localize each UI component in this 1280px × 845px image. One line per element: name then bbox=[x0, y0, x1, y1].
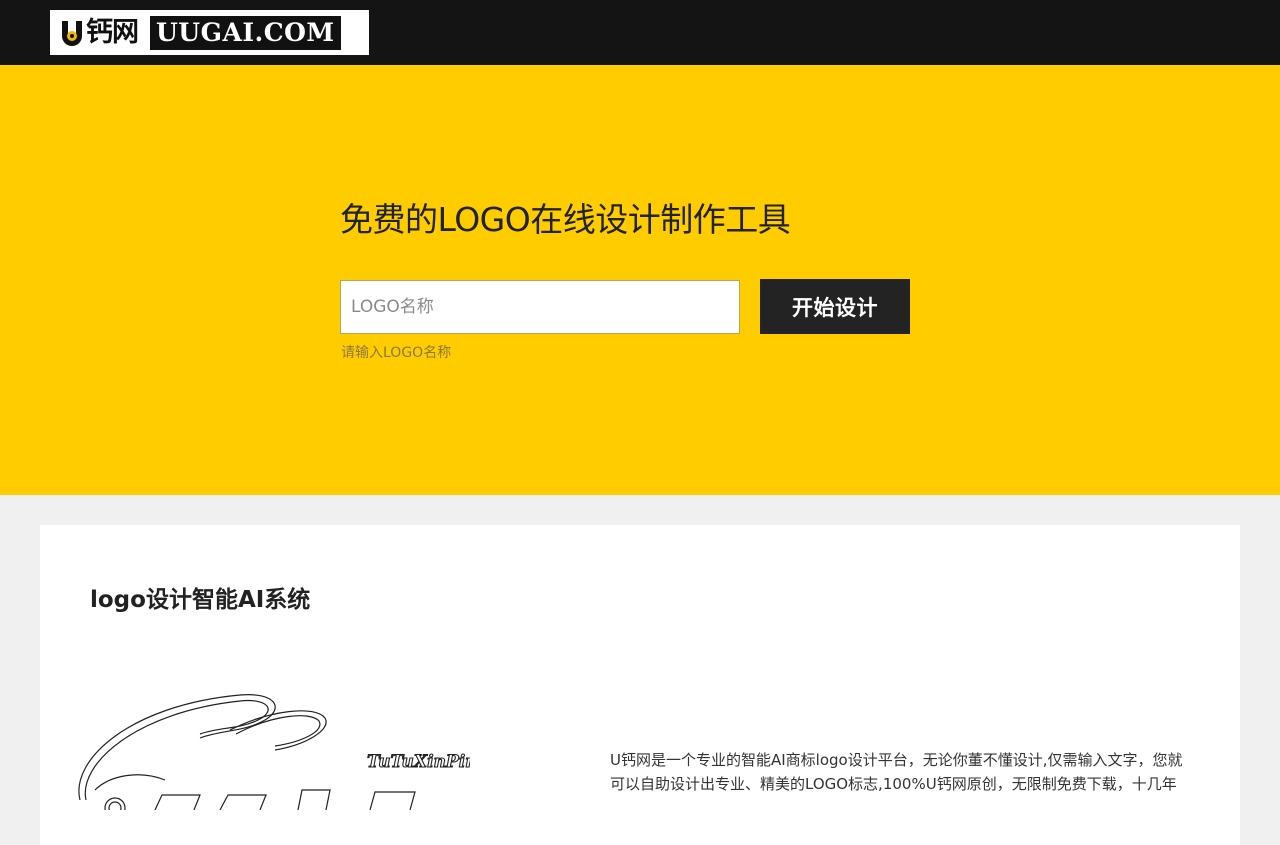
example-logo-latin: TuTuXinPin bbox=[367, 752, 470, 772]
input-hint: 请输入LOGO名称 bbox=[341, 345, 452, 361]
intro-card: logo设计智能AI系统 TuTuXinPin U钙网是一个专业的智能AI商标l… bbox=[40, 525, 1240, 845]
start-design-button[interactable]: 开始设计 bbox=[760, 279, 910, 334]
description-line: U钙网是一个专业的智能AI商标logo设计平台，无论你董不懂设计,仅需输入文字，… bbox=[610, 751, 1183, 769]
u-gear-logo-icon bbox=[60, 19, 84, 47]
site-logo[interactable]: 钙网 UUGAI.COM bbox=[50, 10, 369, 55]
logo-domain-text: UUGAI.COM bbox=[150, 15, 341, 50]
section-description: U钙网是一个专业的智能AI商标logo设计平台，无论你董不懂设计,仅需输入文字，… bbox=[610, 748, 1210, 796]
description-line: 可以自助设计出专业、精美的LOGO标志,100%U钙网原创，无限制免费下载，十几… bbox=[610, 775, 1177, 793]
example-logo-artwork: TuTuXinPin bbox=[70, 690, 470, 810]
section-title: logo设计智能AI系统 bbox=[90, 587, 311, 613]
rabbit-logo-illustration: TuTuXinPin bbox=[78, 694, 470, 810]
hero-title: 免费的LOGO在线设计制作工具 bbox=[340, 200, 791, 239]
top-navbar: 钙网 UUGAI.COM bbox=[0, 0, 1280, 65]
hero-banner: 免费的LOGO在线设计制作工具 开始设计 请输入LOGO名称 bbox=[0, 65, 1280, 495]
logo-name-input[interactable] bbox=[340, 280, 740, 334]
logo-chinese-text: 钙网 bbox=[86, 17, 139, 48]
